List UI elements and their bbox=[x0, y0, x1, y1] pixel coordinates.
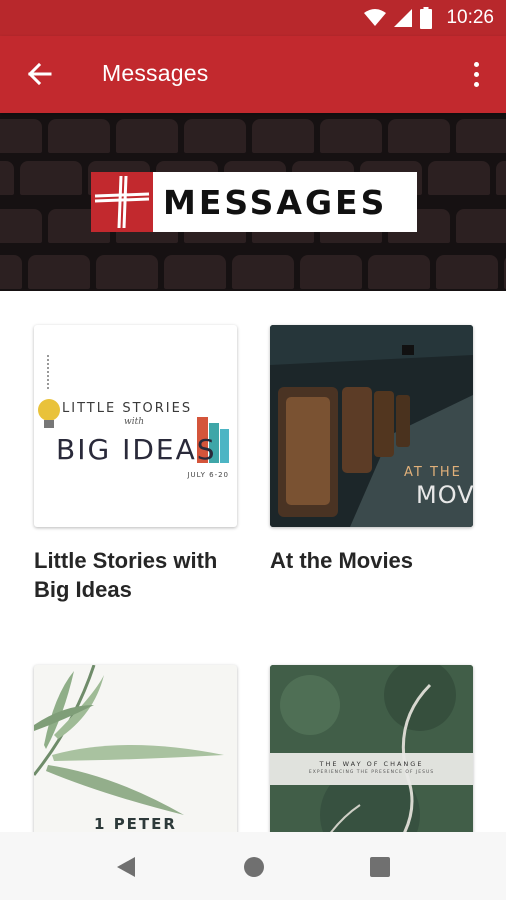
art-line-2: MOV bbox=[416, 481, 473, 509]
back-button[interactable] bbox=[22, 59, 56, 89]
art-line-2: EXPERIENCING THE PRESENCE OF JESUS bbox=[308, 770, 435, 775]
messages-logo: MESSAGES bbox=[91, 172, 417, 246]
banner-logo-text: MESSAGES bbox=[153, 172, 417, 232]
battery-icon bbox=[420, 7, 433, 29]
triangle-back-icon bbox=[117, 857, 135, 877]
page-title: Messages bbox=[102, 60, 209, 86]
series-title: Little Stories with Big Ideas bbox=[34, 548, 218, 602]
more-vertical-icon bbox=[473, 61, 479, 67]
series-thumbnail: 1 PETER bbox=[34, 665, 237, 832]
art-date: JULY 6-20 bbox=[187, 471, 229, 479]
series-card-little-stories[interactable]: LITTLE STORIES with BIG IDEAS JULY 6-20 … bbox=[34, 325, 237, 604]
arrow-left-icon bbox=[27, 62, 52, 86]
art-line-1: AT THE bbox=[404, 465, 462, 480]
status-time: 10:26 bbox=[446, 7, 494, 28]
app-bar: Messages bbox=[0, 36, 506, 113]
series-thumbnail: LITTLE STORIES with BIG IDEAS JULY 6-20 bbox=[34, 325, 237, 527]
signal-icon bbox=[394, 9, 413, 27]
series-card-1-peter[interactable]: 1 PETER bbox=[34, 665, 237, 832]
art-line-1: 1 PETER bbox=[94, 815, 177, 832]
status-bar: 10:26 bbox=[0, 0, 506, 36]
art-line-3: BIG IDEAS bbox=[56, 433, 217, 466]
series-card-at-the-movies[interactable]: AT THE MOV At the Movies bbox=[270, 325, 473, 575]
more-options-button[interactable] bbox=[464, 58, 488, 90]
system-nav-bar bbox=[0, 832, 506, 900]
nav-home-button[interactable] bbox=[241, 854, 267, 880]
square-recents-icon bbox=[370, 857, 390, 877]
art-line-2: with bbox=[124, 417, 144, 427]
series-card-way-of-change[interactable]: THE WAY OF CHANGE EXPERIENCING THE PRESE… bbox=[270, 665, 473, 832]
nav-recents-button[interactable] bbox=[367, 854, 393, 880]
series-title: At the Movies bbox=[270, 548, 414, 573]
series-grid: LITTLE STORIES with BIG IDEAS JULY 6-20 … bbox=[0, 291, 506, 832]
series-thumbnail: THE WAY OF CHANGE EXPERIENCING THE PRESE… bbox=[270, 665, 473, 832]
wifi-icon bbox=[364, 9, 387, 26]
series-thumbnail: AT THE MOV bbox=[270, 325, 473, 527]
art-line-1: THE WAY OF CHANGE bbox=[319, 760, 424, 768]
cross-icon bbox=[91, 172, 153, 232]
circle-home-icon bbox=[244, 857, 264, 877]
messages-banner: MESSAGES bbox=[0, 113, 506, 291]
art-line-1: LITTLE STORIES bbox=[62, 401, 193, 416]
nav-back-button[interactable] bbox=[113, 854, 139, 880]
